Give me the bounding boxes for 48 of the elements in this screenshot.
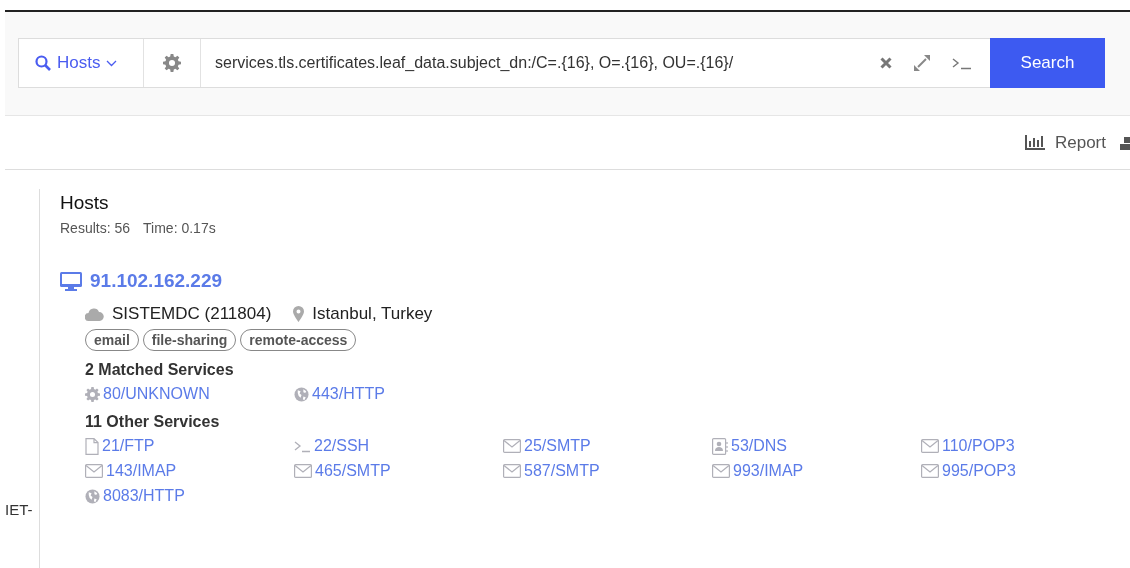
query-input[interactable]: services.tls.certificates.leaf_data.subject_dn:/C=.{16}, O=.{16}, OU=.{16}/ (215, 54, 734, 72)
envelope-icon (921, 439, 939, 453)
settings-icon[interactable] (163, 54, 181, 72)
service-link[interactable]: 143/IMAP (106, 462, 177, 480)
globe-icon (294, 386, 309, 402)
contact-card-icon (712, 437, 728, 455)
expand-icon[interactable] (914, 55, 930, 71)
sidebar-text: IET- (5, 501, 33, 518)
gear-icon (85, 386, 100, 402)
map-pin-icon (293, 306, 305, 322)
globe-icon (85, 488, 100, 504)
cloud-icon (85, 307, 104, 321)
chevron-down-icon (106, 59, 118, 67)
file-icon (85, 437, 99, 455)
terminal-icon[interactable] (952, 56, 972, 70)
service-link[interactable]: 8083/HTTP (103, 487, 185, 505)
service-link[interactable]: 25/SMTP (524, 437, 591, 455)
envelope-icon (503, 464, 521, 478)
envelope-icon (921, 464, 939, 478)
results-count: Results: 56 (60, 220, 131, 236)
envelope-icon (294, 464, 312, 478)
terminal-icon (294, 439, 311, 453)
location-label: Istanbul, Turkey (312, 304, 433, 324)
report-button[interactable]: Report (1054, 132, 1106, 153)
query-time: Time: 0.17s (143, 220, 216, 236)
search-button[interactable]: Search (990, 38, 1105, 88)
service-link[interactable]: 465/SMTP (315, 462, 391, 480)
service-link[interactable]: 22/SSH (314, 437, 370, 455)
host-ip-link[interactable]: 91.102.162.229 (90, 270, 223, 292)
asn-label: SISTEMDC (211804) (112, 304, 272, 324)
service-link[interactable]: 995/POP3 (942, 462, 1016, 480)
envelope-icon (85, 464, 103, 478)
service-link[interactable]: 21/FTP (102, 437, 155, 455)
service-link[interactable]: 443/HTTP (312, 385, 385, 403)
matched-services-heading: 2 Matched Services (85, 361, 235, 379)
envelope-icon (503, 439, 521, 453)
other-services-heading: 11 Other Services (85, 413, 221, 431)
service-link[interactable]: 110/POP3 (942, 437, 1015, 455)
service-link[interactable]: 587/SMTP (524, 462, 600, 480)
bar-chart-icon (1024, 135, 1045, 150)
monitor-icon (60, 271, 82, 291)
search-icon (35, 55, 51, 71)
section-title: Hosts (60, 192, 110, 214)
envelope-icon (712, 464, 730, 478)
close-icon[interactable] (880, 57, 892, 69)
service-link[interactable]: 993/IMAP (733, 462, 804, 480)
service-link[interactable]: 53/DNS (731, 437, 788, 455)
service-link[interactable]: 80/UNKNOWN (103, 385, 210, 403)
